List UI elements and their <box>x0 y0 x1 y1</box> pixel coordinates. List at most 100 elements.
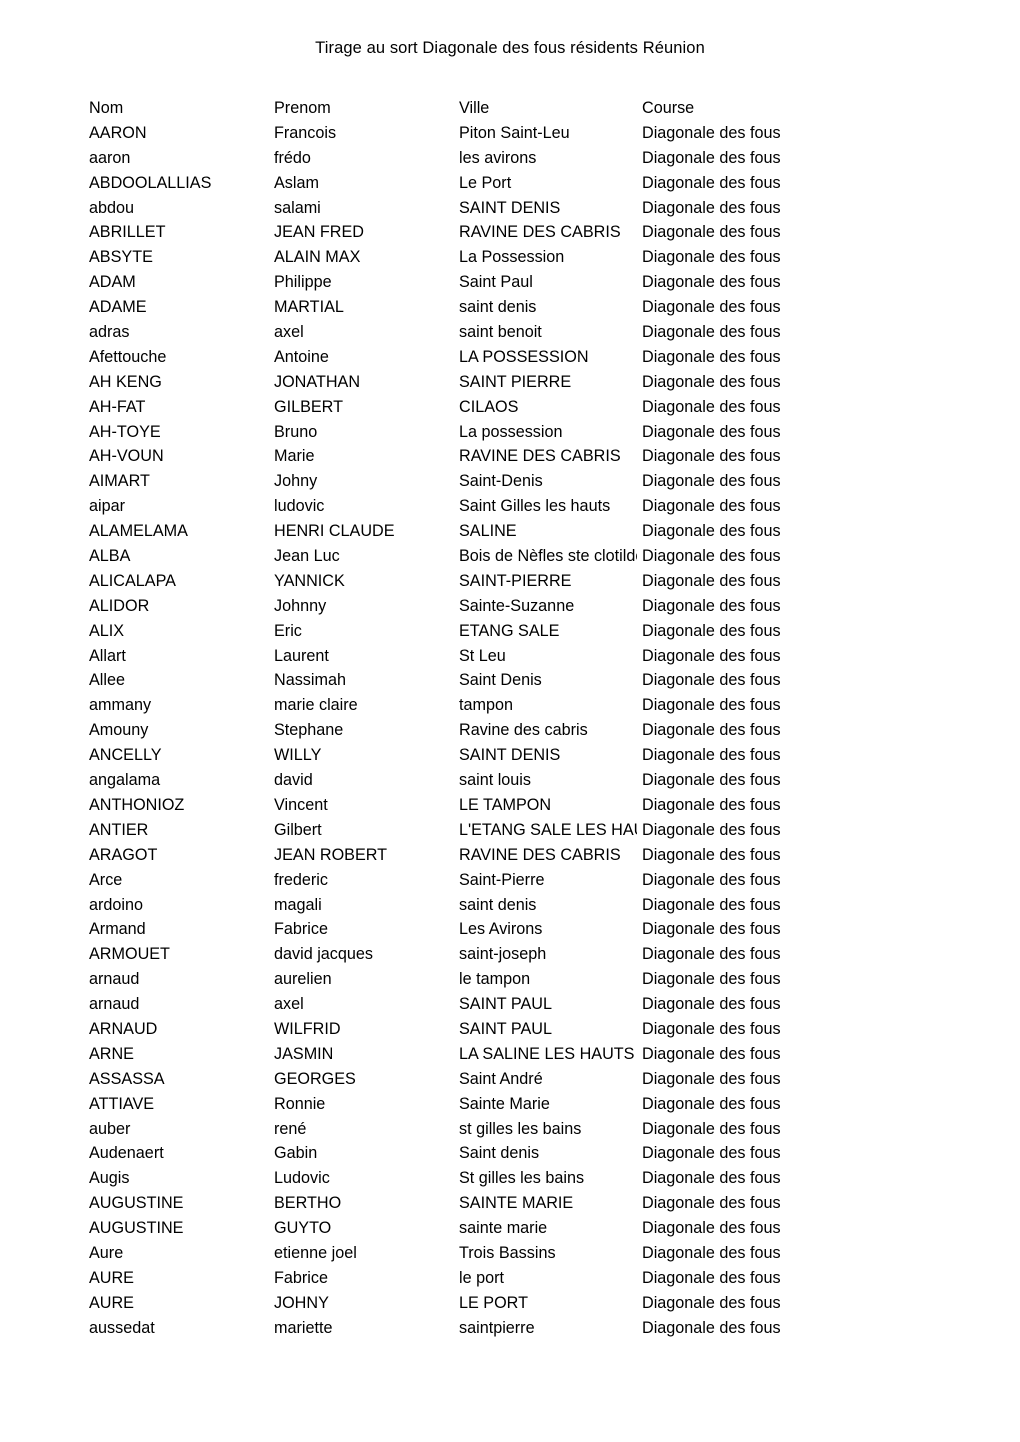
table-header-row: Nom Prenom Ville Course <box>89 96 799 121</box>
table-row: Afettouche Antoine LA POSSESSION Diagonale … <box>89 345 799 370</box>
table-row: ABDOOLALLIAS Aslam Le Port Diagonale des fo… <box>89 171 799 196</box>
table-row: AUGUSTINE BERTHO SAINTE MARIE Diagonale des… <box>89 1191 799 1216</box>
cell-nom: AUGUSTINE <box>89 1219 184 1238</box>
cell-ville: Trois Bassins <box>459 1243 556 1262</box>
cell-course: Diagonale des fous <box>642 1243 781 1262</box>
cell-prenom: Francois <box>274 123 337 142</box>
cell-prenom: marie claire <box>274 696 358 715</box>
cell-prenom: rené <box>274 1119 307 1138</box>
cell-ville: La Possession <box>459 248 565 267</box>
document-page: Tirage au sort Diagonale des fous réside… <box>0 0 1020 1442</box>
cell-nom: aipar <box>89 497 125 516</box>
cell-ville: SAINT PIERRE <box>459 372 572 391</box>
cell-nom: Allee <box>89 671 125 690</box>
cell-ville: Saint Paul <box>459 273 533 292</box>
cell-prenom: frederic <box>274 870 328 889</box>
table-row: AIMART Johny Saint-Denis Diagonale des fous <box>89 469 799 494</box>
cell-nom: Aure <box>89 1243 124 1262</box>
cell-prenom: Gabin <box>274 1144 318 1163</box>
cell-prenom: Philippe <box>274 273 332 292</box>
cell-course: Diagonale des fous <box>642 895 781 914</box>
cell-prenom: Aslam <box>274 173 319 192</box>
table-row: AARON Francois Piton Saint-Leu Diagonale de… <box>89 121 799 146</box>
cell-ville: St gilles les bains <box>459 1169 585 1188</box>
cell-ville: les avirons <box>459 148 537 167</box>
table-row: ATTIAVE Ronnie Sainte Marie Diagonale des f… <box>89 1092 799 1117</box>
cell-nom: aaron <box>89 148 131 167</box>
cell-course: Diagonale des fous <box>642 721 781 740</box>
cell-ville: LA POSSESSION <box>459 347 589 366</box>
table-row: ABRILLET JEAN FRED RAVINE DES CABRIS Diagon… <box>89 220 799 245</box>
cell-nom: AH-VOUN <box>89 447 164 466</box>
cell-course: Diagonale des fous <box>642 223 781 242</box>
cell-prenom: axel <box>274 323 304 342</box>
table-row: AH-VOUN Marie RAVINE DES CABRIS Diagonale d… <box>89 444 799 469</box>
cell-prenom: Johny <box>274 472 318 491</box>
cell-prenom: MARTIAL <box>274 298 344 317</box>
table-row: Audenaert Gabin Saint denis Diagonale des f… <box>89 1141 799 1166</box>
table-row: ADAME MARTIAL saint denis Diagonale des fou… <box>89 295 799 320</box>
cell-ville: SAINT-PIERRE <box>459 571 572 590</box>
cell-nom: AARON <box>89 123 147 142</box>
cell-course: Diagonale des fous <box>642 596 781 615</box>
cell-nom: Armand <box>89 920 146 939</box>
cell-course: Diagonale des fous <box>642 273 781 292</box>
cell-ville: Sainte Marie <box>459 1094 550 1113</box>
cell-prenom: BERTHO <box>274 1194 342 1213</box>
table-row: abdou salami SAINT DENIS Diagonale des fous <box>89 196 799 221</box>
table-row: auber rené st gilles les bains Diagonale de… <box>89 1117 799 1142</box>
cell-prenom: Jean Luc <box>274 547 340 566</box>
cell-prenom: aurelien <box>274 970 332 989</box>
cell-course: Diagonale des fous <box>642 771 781 790</box>
table-row: Armand Fabrice Les Avirons Diagonale des fo… <box>89 917 799 942</box>
cell-nom: AUGUSTINE <box>89 1194 184 1213</box>
cell-course: Diagonale des fous <box>642 621 781 640</box>
table-row: ASSASSA GEORGES Saint André Diagonale des f… <box>89 1067 799 1092</box>
cell-nom: auber <box>89 1119 131 1138</box>
cell-ville: saint benoit <box>459 323 542 342</box>
table-row: aipar ludovic Saint Gilles les hauts Diagon… <box>89 494 799 519</box>
column-header-ville: Ville <box>459 99 490 117</box>
cell-ville: SAINT PAUL <box>459 995 552 1014</box>
cell-course: Diagonale des fous <box>642 1169 781 1188</box>
cell-course: Diagonale des fous <box>642 522 781 541</box>
table-row: aaron frédo les avirons Diagonale des fous <box>89 146 799 171</box>
table-body: AARON Francois Piton Saint-Leu Diagonale de… <box>89 121 799 1341</box>
cell-course: Diagonale des fous <box>642 173 781 192</box>
cell-nom: ardoino <box>89 895 144 914</box>
cell-nom: AH-TOYE <box>89 422 161 441</box>
cell-ville: saint louis <box>459 771 531 790</box>
cell-ville: LE PORT <box>459 1293 528 1312</box>
cell-ville: SAINT DENIS <box>459 746 561 765</box>
table-row: ARAGOT JEAN ROBERT RAVINE DES CABRIS Diagon… <box>89 843 799 868</box>
cell-prenom: etienne joel <box>274 1243 357 1262</box>
cell-course: Diagonale des fous <box>642 198 781 217</box>
cell-ville: le port <box>459 1268 504 1287</box>
cell-ville: Saint-Denis <box>459 472 543 491</box>
cell-nom: AURE <box>89 1268 134 1287</box>
cell-ville: sainte marie <box>459 1219 548 1238</box>
cell-ville: Saint-Pierre <box>459 870 545 889</box>
table-row: ARNAUD WILFRID SAINT PAUL Diagonale des fou… <box>89 1017 799 1042</box>
cell-ville: RAVINE DES CABRIS <box>459 845 621 864</box>
table-row: adras axel saint benoit Diagonale des fous <box>89 320 799 345</box>
cell-ville: Bois de Nèfles ste clotilde <box>459 547 637 566</box>
cell-prenom: david jacques <box>274 945 373 964</box>
table-row: Augis Ludovic St gilles les bains Diagonale… <box>89 1166 799 1191</box>
table-row: AH KENG JONATHAN SAINT PIERRE Diagonale des… <box>89 370 799 395</box>
cell-prenom: ludovic <box>274 497 325 516</box>
cell-course: Diagonale des fous <box>642 746 781 765</box>
cell-prenom: Stephane <box>274 721 344 740</box>
cell-prenom: Nassimah <box>274 671 346 690</box>
cell-nom: Augis <box>89 1169 130 1188</box>
cell-course: Diagonale des fous <box>642 795 781 814</box>
table-row: ALICALAPA YANNICK SAINT-PIERRE Diagonale de… <box>89 569 799 594</box>
cell-prenom: david <box>274 771 313 790</box>
cell-prenom: JEAN ROBERT <box>274 845 388 864</box>
cell-nom: ADAM <box>89 273 136 292</box>
cell-nom: arnaud <box>89 995 140 1014</box>
cell-prenom: ALAIN MAX <box>274 248 361 267</box>
cell-prenom: Vincent <box>274 795 328 814</box>
cell-course: Diagonale des fous <box>642 1219 781 1238</box>
cell-ville: Saint denis <box>459 1144 540 1163</box>
